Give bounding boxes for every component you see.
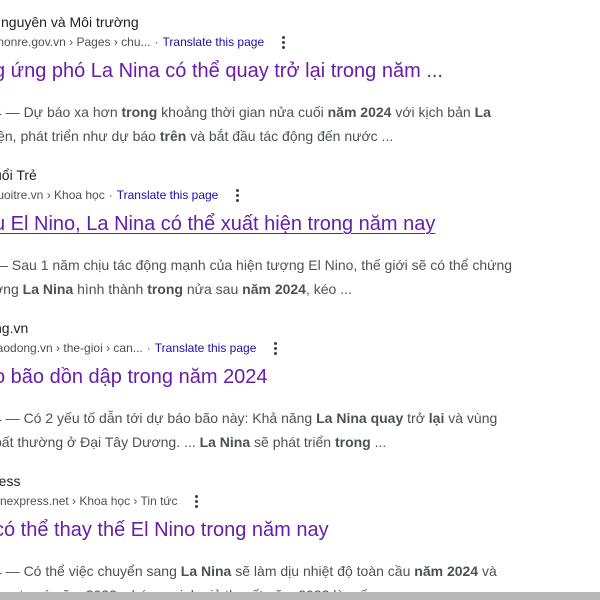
cite-separator: ·: [108, 188, 113, 202]
snippet-text: khoảng thời gian nửa cuối: [157, 104, 328, 120]
snippet-text: 4 — Có 2 yếu tố dẫn tới dự báo bão này: …: [0, 410, 317, 426]
result-cite-row: vnexpress.net › Khoa học › Tin tức: [0, 491, 203, 511]
snippet-highlight: lại: [428, 410, 445, 426]
cite-separator: ·: [154, 35, 159, 49]
snippet-text: với kịch bản: [391, 104, 475, 120]
snippet-highlight: trong: [121, 104, 158, 120]
snippet-highlight: La Nina: [180, 563, 232, 579]
more-vertical-icon[interactable]: [189, 494, 203, 508]
snippet-line: 4 — Có 2 yếu tố dẫn tới dự báo bão này: …: [0, 406, 594, 430]
result-site-name[interactable]: uổi Trẻ: [0, 165, 37, 185]
snippet-line: ợng La Nina hình thành trong nửa sau năm…: [0, 277, 594, 301]
snippet-text: 4 — Có thể việc chuyển sang: [0, 563, 181, 579]
result-cite-row: laodong.vn › the-gioi › can... · Transla…: [0, 338, 282, 358]
snippet-text: nửa sau: [182, 281, 243, 297]
cite-separator: ·: [146, 341, 151, 355]
snippet-text: và vùng: [444, 410, 498, 426]
result-title[interactable]: o bão dồn dập trong năm 2024: [0, 364, 268, 390]
more-vertical-icon[interactable]: [268, 341, 282, 355]
result-site-name[interactable]: ng.vn: [0, 318, 28, 338]
result-title[interactable]: g ứng phó La Nina có thể quay trở lại tr…: [0, 58, 443, 84]
more-vertical-icon[interactable]: [276, 35, 290, 49]
result-cite[interactable]: laodong.vn › the-gioi › can...: [0, 339, 143, 357]
result-snippet: — Sau 1 năm chịu tác động mạnh của hiện …: [0, 253, 594, 301]
result-cite[interactable]: tuoitre.vn › Khoa học: [0, 186, 105, 204]
snippet-line: bất thường ở Đại Tây Dương. ... La Nina …: [0, 430, 594, 454]
snippet-highlight: La Nina: [199, 434, 251, 450]
snippet-line: — Sau 1 năm chịu tác động mạnh của hiện …: [0, 253, 594, 277]
snippet-highlight: La Nina: [22, 281, 74, 297]
translate-link[interactable]: Translate this page: [155, 339, 257, 357]
snippet-text: 4 — Dự báo xa hơn: [0, 104, 122, 120]
snippet-text: và: [478, 563, 497, 579]
bottom-scroll-bar: [0, 592, 600, 600]
snippet-text: trở: [403, 410, 429, 426]
snippet-text: iện, phát triển như dự báo: [0, 128, 160, 144]
result-cite-row: monre.gov.vn › Pages › chu... · Translat…: [0, 32, 290, 52]
snippet-text: sẽ phát triển: [250, 434, 335, 450]
result-snippet: 4 — Có 2 yếu tố dẫn tới dự báo bão này: …: [0, 406, 594, 454]
snippet-text: bất thường ở Đại Tây Dương. ...: [0, 434, 200, 450]
snippet-highlight: La Nina quay: [316, 410, 404, 426]
result-site-name[interactable]: ress: [0, 471, 20, 491]
result-cite-row: tuoitre.vn › Khoa học · Translate this p…: [0, 185, 244, 205]
snippet-line: iện, phát triển như dự báo trên và bắt đ…: [0, 124, 594, 148]
snippet-highlight: năm 2024: [327, 104, 392, 120]
result-snippet: 4 — Dự báo xa hơn trong khoảng thời gian…: [0, 100, 594, 148]
result-title[interactable]: có thể thay thế El Nino trong năm nay: [0, 517, 329, 543]
result-cite[interactable]: vnexpress.net › Khoa học › Tin tức: [0, 492, 177, 510]
snippet-highlight: trong: [147, 281, 183, 297]
snippet-text: ợng: [0, 281, 19, 297]
snippet-highlight: La: [474, 104, 491, 120]
snippet-highlight: trong: [334, 434, 371, 450]
result-cite[interactable]: monre.gov.vn › Pages › chu...: [0, 33, 151, 51]
snippet-text: ...: [370, 434, 387, 450]
snippet-highlight: năm 2024: [242, 281, 306, 297]
snippet-text: hình thành: [73, 281, 148, 297]
result-site-name[interactable]: i nguyên và Môi trường: [0, 12, 139, 32]
translate-link[interactable]: Translate this page: [117, 186, 219, 204]
snippet-highlight: năm 2024: [414, 563, 479, 579]
snippet-text: , kéo ...: [305, 281, 352, 297]
snippet-text: sẽ làm dịu nhiệt độ toàn cầu: [231, 563, 415, 579]
translate-link[interactable]: Translate this page: [163, 33, 265, 51]
snippet-line: 4 — Có thể việc chuyển sang La Nina sẽ l…: [0, 559, 594, 583]
result-title[interactable]: u El Nino, La Nina có thể xuất hiện tron…: [0, 211, 435, 237]
more-vertical-icon[interactable]: [230, 188, 244, 202]
snippet-text: — Sau 1 năm chịu tác động mạnh của hiện …: [0, 257, 513, 273]
snippet-highlight: trên: [159, 128, 187, 144]
snippet-line: 4 — Dự báo xa hơn trong khoảng thời gian…: [0, 100, 594, 124]
snippet-text: và bắt đầu tác động đến nước ...: [186, 128, 394, 144]
